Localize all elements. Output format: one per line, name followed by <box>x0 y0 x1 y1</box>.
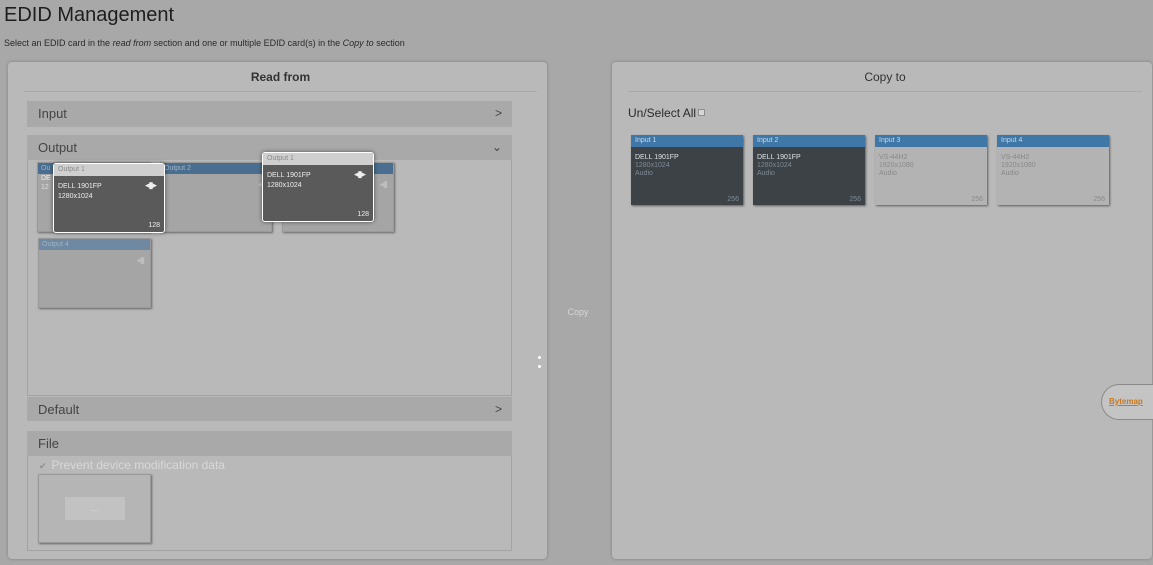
card-resolution: 1920x1080 <box>1001 162 1036 169</box>
card-title: Output 4 <box>39 239 150 250</box>
card-title: Output 1 <box>263 153 373 165</box>
plug-icon: ◂▮▸ <box>145 180 157 190</box>
browse-file-button[interactable]: ... <box>65 497 125 520</box>
resize-handle[interactable] <box>538 356 542 374</box>
unselect-all[interactable]: Un/Select All <box>628 106 706 120</box>
unselect-all-label: Un/Select All <box>628 106 697 120</box>
check-icon: ✔ <box>39 461 47 471</box>
card-count: 128 <box>148 222 160 229</box>
card-count: 256 <box>971 196 983 203</box>
prevent-modification-checkbox[interactable]: ✔ Prevent device modification data <box>39 458 225 472</box>
card-name: DELL 1901FP <box>757 154 801 161</box>
dragging-card-output-1[interactable]: Output 1 DELL 1901FP 1280x1024 ◂▮▸ 128 <box>53 163 165 233</box>
card-audio: Audio <box>635 170 653 177</box>
copy-card-input-1[interactable]: Input 1 DELL 1901FP 1280x1024 Audio 256 <box>631 135 743 205</box>
accordion-default-label: Default <box>38 402 80 417</box>
accordion-file[interactable]: File <box>27 431 512 456</box>
card-audio: Audio <box>757 170 775 177</box>
chevron-down-icon: ⌄ <box>491 140 502 154</box>
prevent-modification-label: Prevent device modification data <box>51 458 225 472</box>
accordion-input[interactable]: Input > <box>27 101 512 127</box>
chevron-right-icon: > <box>494 106 502 120</box>
plug-icon: ◂▮ <box>136 255 146 265</box>
card-resolution: 1920x1080 <box>879 162 914 169</box>
accordion-input-label: Input <box>38 106 67 121</box>
card-title: Input 4 <box>997 135 1109 147</box>
card-title: Output 1 <box>54 164 164 176</box>
card-audio: Audio <box>1001 170 1019 177</box>
card-resolution: 1280x1024 <box>58 193 93 200</box>
card-resolution: 1280x1024 <box>635 162 670 169</box>
read-from-header: Read from <box>24 70 537 92</box>
card-audio: Audio <box>879 170 897 177</box>
copy-to-panel: Copy to Un/Select All Input 1 DELL 1901F… <box>612 62 1152 559</box>
page-title: EDID Management <box>4 4 175 26</box>
handle-dot <box>538 365 541 368</box>
card-title: Input 2 <box>753 135 865 147</box>
output-card-4[interactable]: Output 4 ◂▮ <box>38 238 151 308</box>
copy-card-input-4[interactable]: Input 4 VS-44H2 1920x1080 Audio 256 <box>997 135 1109 205</box>
accordion-output-label: Output <box>38 140 78 155</box>
card-resolution: 1280x1024 <box>267 182 302 189</box>
card-count: 256 <box>849 196 861 203</box>
card-count: 256 <box>727 196 739 203</box>
copy-card-input-2[interactable]: Input 2 DELL 1901FP 1280x1024 Audio 256 <box>753 135 865 205</box>
card-name: VS-44H2 <box>879 154 908 161</box>
dragging-card-output-1-copy[interactable]: Output 1 DELL 1901FP 1280x1024 ◂▮▸ 128 <box>262 152 374 222</box>
card-title: Input 1 <box>631 135 743 147</box>
copy-to-header: Copy to <box>628 70 1142 92</box>
bytemap-tab[interactable]: Bytemap <box>1101 384 1153 420</box>
card-name: VS-44H2 <box>1001 154 1030 161</box>
card-resolution: 1280x1024 <box>757 162 792 169</box>
accordion-default[interactable]: Default > <box>27 397 512 421</box>
card-name: DELL 1901FP <box>635 154 679 161</box>
card-count: 256 <box>1093 196 1105 203</box>
card-title: Input 3 <box>875 135 987 147</box>
plug-icon: ◂▮ <box>379 179 389 189</box>
card-count: 128 <box>357 211 369 218</box>
copy-card-input-3[interactable]: Input 3 VS-44H2 1920x1080 Audio 256 <box>875 135 987 205</box>
page-instructions: Select an EDID card in the read from sec… <box>4 38 405 48</box>
plug-icon: ◂▮▸ <box>354 169 366 179</box>
copy-button[interactable]: Copy <box>553 304 603 320</box>
file-card: ... <box>38 474 151 543</box>
card-title: Output 2 <box>161 163 271 174</box>
chevron-right-icon: > <box>494 402 502 416</box>
output-card-2[interactable]: Output 2 ◂▮ <box>160 162 272 232</box>
accordion-file-label: File <box>38 436 59 451</box>
handle-dot <box>538 356 541 359</box>
unselect-all-checkbox[interactable] <box>698 109 706 116</box>
